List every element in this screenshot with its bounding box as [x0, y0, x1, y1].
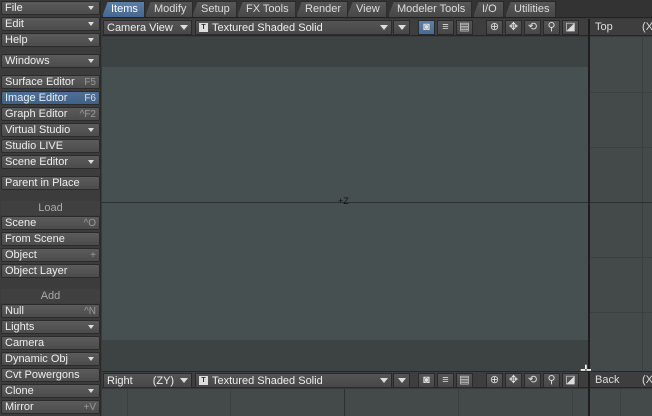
- load-object-layer-button[interactable]: Object Layer: [1, 264, 100, 278]
- studio-live-button[interactable]: Studio LIVE: [1, 139, 100, 153]
- tab-setup[interactable]: Setup: [192, 1, 237, 17]
- list-icon[interactable]: ≡: [437, 373, 454, 388]
- surface-editor-button[interactable]: Surface Editor F5: [1, 75, 100, 89]
- maximize-viewport-icon[interactable]: ◪: [562, 373, 579, 388]
- tab-view[interactable]: View: [347, 1, 387, 17]
- top-viewport[interactable]: [590, 37, 652, 371]
- mirror-button[interactable]: Mirror +V: [1, 400, 100, 414]
- file-menu[interactable]: File: [1, 1, 100, 15]
- clone-menu[interactable]: Clone: [1, 384, 100, 398]
- camera-viewport[interactable]: +Z: [102, 37, 588, 371]
- dropdown-arrow-icon: [397, 378, 406, 383]
- image-editor-button[interactable]: Image Editor F6: [1, 91, 100, 105]
- tab-modeler-tools[interactable]: Modeler Tools: [388, 1, 473, 17]
- maximize-viewport-icon[interactable]: ◪: [562, 20, 579, 35]
- render-preview-icon[interactable]: ▤: [456, 373, 473, 388]
- dropdown-arrow-icon: [88, 6, 94, 10]
- camera-icon[interactable]: ◙: [418, 373, 435, 388]
- dropdown-arrow-icon: [180, 378, 188, 383]
- load-object-button[interactable]: Object +: [1, 248, 100, 262]
- tab-modify[interactable]: Modify: [145, 1, 194, 17]
- tab-render[interactable]: Render: [296, 1, 349, 17]
- right-viewport-header: Right (ZY) T Textured Shaded Solid ◙ ≡ ▤ ⊕…: [102, 371, 588, 388]
- dropdown-arrow-icon: [88, 160, 94, 164]
- tab-utilities[interactable]: Utilities: [505, 1, 557, 17]
- back-viewport[interactable]: [590, 389, 652, 416]
- back-view-label[interactable]: Back: [595, 374, 619, 386]
- tab-fx-tools[interactable]: FX Tools: [237, 1, 296, 17]
- dropdown-arrow-icon: [88, 38, 94, 42]
- top-viewport-header: Top (X: [590, 19, 652, 36]
- rotate-icon[interactable]: ⟲: [524, 20, 541, 35]
- load-from-scene-button[interactable]: From Scene: [1, 232, 100, 246]
- axis-label: +Z: [338, 196, 349, 206]
- dropdown-arrow-icon: [88, 357, 94, 361]
- dropdown-arrow-icon: [88, 59, 94, 63]
- render-preview-icon[interactable]: ▤: [456, 20, 473, 35]
- camera-icon[interactable]: ◙: [418, 20, 435, 35]
- scene-editor-menu[interactable]: Scene Editor: [1, 155, 100, 169]
- viewport-options-dropdown[interactable]: [393, 20, 410, 35]
- edit-menu[interactable]: Edit: [1, 17, 100, 31]
- rotate-icon[interactable]: ⟲: [524, 373, 541, 388]
- crosshair-icon[interactable]: ⊕: [486, 20, 503, 35]
- dropdown-arrow-icon: [88, 325, 94, 329]
- back-view-axes: (X: [642, 374, 652, 386]
- dropdown-arrow-icon: [380, 25, 388, 30]
- help-menu[interactable]: Help: [1, 33, 100, 47]
- dropdown-arrow-icon: [88, 22, 94, 26]
- back-viewport-header: Back (X: [590, 371, 652, 388]
- load-scene-button[interactable]: Scene ^O: [1, 216, 100, 230]
- graph-editor-button[interactable]: Graph Editor ^F2: [1, 107, 100, 121]
- dropdown-arrow-icon: [380, 378, 388, 383]
- dropdown-arrow-icon: [397, 25, 406, 30]
- top-view-axes: (X: [642, 21, 652, 33]
- dropdown-arrow-icon: [88, 128, 94, 132]
- top-view-label[interactable]: Top: [595, 21, 613, 33]
- add-section-header: Add: [1, 289, 100, 303]
- camera-viewport-header: Camera View T Textured Shaded Solid ◙ ≡ ▤…: [102, 19, 588, 36]
- tab-items[interactable]: Items: [102, 1, 145, 17]
- move-icon[interactable]: ✥: [505, 373, 522, 388]
- viewport-splitter[interactable]: [588, 19, 590, 416]
- dropdown-arrow-icon: [180, 25, 188, 30]
- zoom-icon[interactable]: ⚲: [543, 20, 560, 35]
- main-tab-bar: Items Modify Setup FX Tools Render View …: [101, 0, 652, 18]
- add-null-button[interactable]: Null ^N: [1, 304, 100, 318]
- add-dynamic-obj-menu[interactable]: Dynamic Obj: [1, 352, 100, 366]
- tab-io[interactable]: I/O: [473, 1, 504, 17]
- left-toolbar: File Edit Help Windows Surface Editor F5 …: [0, 0, 101, 416]
- cvt-powergons-button[interactable]: Cvt Powergons: [1, 368, 100, 382]
- shading-mode-dropdown[interactable]: T Textured Shaded Solid: [195, 20, 392, 35]
- right-view-type-dropdown[interactable]: Right (ZY): [103, 373, 192, 388]
- shading-mode-icon: T: [199, 376, 208, 385]
- zoom-icon[interactable]: ⚲: [543, 373, 560, 388]
- right-shading-mode-dropdown[interactable]: T Textured Shaded Solid: [195, 373, 392, 388]
- viewport-options-dropdown[interactable]: [393, 373, 410, 388]
- crosshair-icon[interactable]: ⊕: [486, 373, 503, 388]
- right-viewport[interactable]: [102, 389, 588, 416]
- add-lights-menu[interactable]: Lights: [1, 320, 100, 334]
- virtual-studio-menu[interactable]: Virtual Studio: [1, 123, 100, 137]
- windows-menu[interactable]: Windows: [1, 54, 100, 68]
- shading-mode-icon: T: [199, 23, 208, 32]
- dropdown-arrow-icon: [88, 389, 94, 393]
- view-type-dropdown[interactable]: Camera View: [103, 20, 192, 35]
- list-icon[interactable]: ≡: [437, 20, 454, 35]
- load-section-header: Load: [1, 201, 100, 215]
- add-camera-button[interactable]: Camera: [1, 336, 100, 350]
- move-icon[interactable]: ✥: [505, 20, 522, 35]
- parent-in-place-button[interactable]: Parent in Place: [1, 176, 100, 190]
